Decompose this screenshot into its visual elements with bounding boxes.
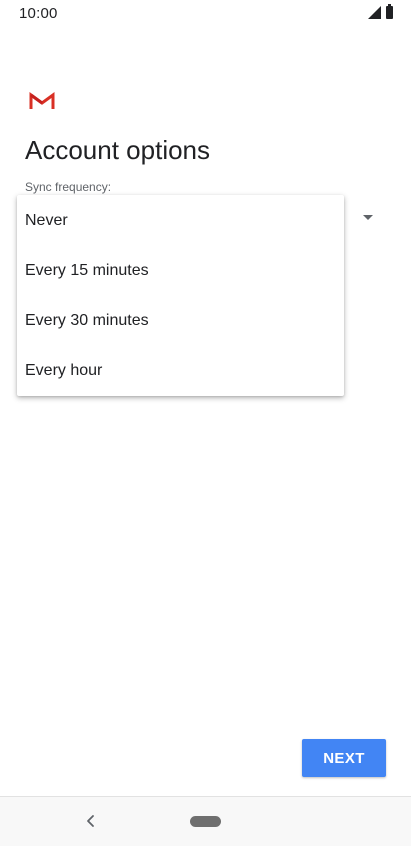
status-icons xyxy=(368,4,393,19)
menu-item-every-15-minutes[interactable]: Every 15 minutes xyxy=(17,246,344,296)
dropdown-arrow-icon[interactable] xyxy=(363,215,373,220)
signal-icon xyxy=(368,6,381,19)
menu-item-never[interactable]: Never xyxy=(17,195,344,246)
sync-frequency-dropdown-menu: Never Every 15 minutes Every 30 minutes … xyxy=(17,195,344,396)
next-button[interactable]: NEXT xyxy=(302,739,386,777)
page-title: Account options xyxy=(25,135,211,165)
menu-item-every-hour[interactable]: Every hour xyxy=(17,346,344,396)
sync-frequency-label: Sync frequency: xyxy=(25,180,112,194)
back-icon[interactable] xyxy=(84,812,98,830)
menu-item-every-30-minutes[interactable]: Every 30 minutes xyxy=(17,296,344,346)
navigation-bar xyxy=(0,796,411,846)
battery-icon xyxy=(386,4,393,19)
status-bar: 10:00 xyxy=(0,0,411,26)
gmail-logo-icon xyxy=(29,92,55,109)
home-pill-icon[interactable] xyxy=(190,816,221,827)
status-time: 10:00 xyxy=(19,5,58,22)
